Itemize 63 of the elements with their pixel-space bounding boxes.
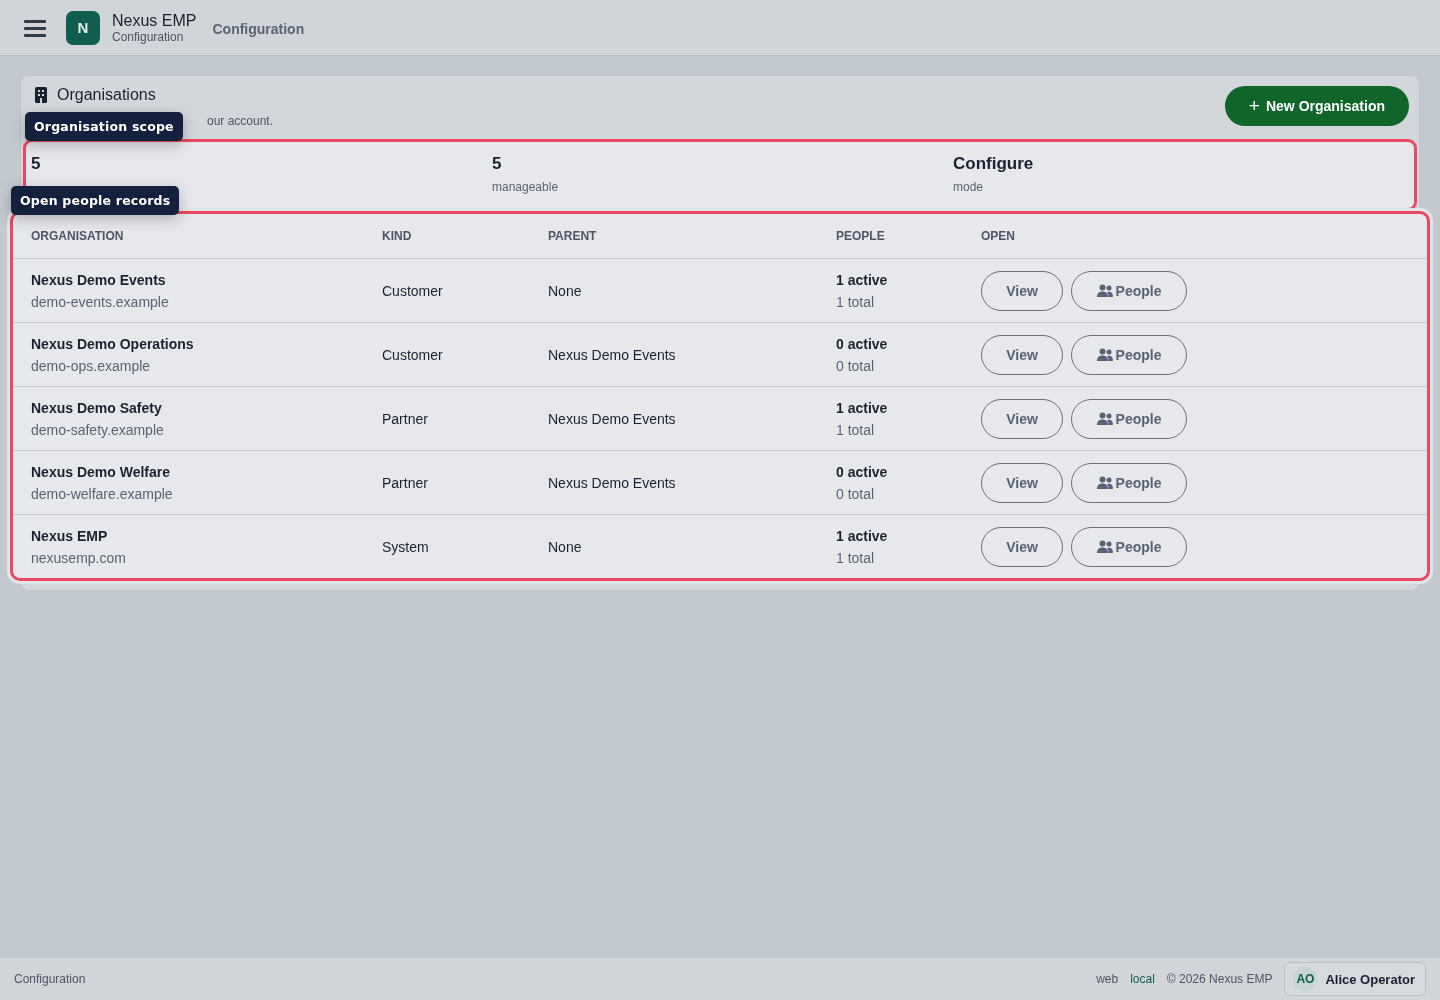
copyright: © 2026 Nexus EMP [1166, 972, 1273, 986]
active-count: 0 active [836, 463, 889, 480]
organisation-domain: nexusemp.com [31, 549, 127, 566]
organisation-name: Nexus Demo Operations [31, 335, 195, 352]
people-icon [1096, 540, 1113, 553]
table-cell-text: None [548, 282, 583, 299]
tour-tooltip: Organisation scope [25, 112, 183, 141]
active-count: 1 active [836, 399, 889, 416]
organisation-domain: demo-events.example [31, 293, 170, 310]
new-organisation-button[interactable]: + New Organisation [1224, 86, 1409, 126]
active-count: 1 active [836, 527, 889, 544]
card-title: Organisations [57, 86, 156, 104]
organisation-name: Nexus Demo Welfare [31, 463, 171, 480]
environment-label: local [1130, 972, 1155, 986]
organisation-domain: demo-ops.example [31, 357, 152, 374]
app-name: Nexus EMP [112, 11, 197, 30]
total-count: 0 total [836, 357, 876, 374]
organisation-name: Nexus EMP [31, 527, 109, 544]
stat-value: 5 [492, 154, 503, 174]
menu-icon[interactable] [24, 18, 46, 37]
total-count: 0 total [836, 485, 876, 502]
stat-label: manageable [492, 180, 560, 194]
active-count: 0 active [836, 335, 889, 352]
table-cell-text: Nexus Demo Events [548, 474, 677, 491]
column-header: PARENT [548, 229, 598, 243]
total-count: 1 total [836, 421, 876, 438]
stat-label: mode [953, 180, 985, 194]
footer-page: Configuration [14, 972, 86, 986]
total-count: 1 total [836, 293, 876, 310]
organisation-domain: demo-welfare.example [31, 485, 174, 502]
organisation-name: Nexus Demo Events [31, 271, 167, 288]
column-header: PEOPLE [836, 229, 886, 243]
user-chip[interactable]: AO Alice Operator [1284, 962, 1426, 996]
app-subtitle: Configuration [112, 29, 185, 44]
column-header: KIND [382, 229, 413, 243]
channel-label: web [1096, 972, 1119, 986]
table-cell-text: System [382, 538, 430, 555]
table-cell-text: Partner [382, 410, 429, 427]
total-count: 1 total [836, 549, 876, 566]
people-icon [1096, 476, 1113, 489]
user-avatar: AO [1293, 967, 1318, 991]
active-count: 1 active [836, 271, 889, 288]
stat-value: Configure [953, 154, 1035, 174]
table-cell-text: None [548, 538, 583, 555]
table-cell-text: Customer [382, 346, 444, 363]
card-description: our account. [207, 114, 274, 128]
table-cell-text: Customer [382, 282, 444, 299]
people-icon [1096, 348, 1113, 361]
organisation-domain: demo-safety.example [31, 421, 165, 438]
column-header: OPEN [981, 229, 1016, 243]
column-header: ORGANISATION [31, 229, 125, 243]
tour-tooltip: Open people records [11, 186, 180, 215]
people-icon [1096, 284, 1113, 297]
people-icon [1096, 412, 1113, 425]
organisation-name: Nexus Demo Safety [31, 399, 163, 416]
table-cell-text: Nexus Demo Events [548, 410, 677, 427]
table-cell-text: Partner [382, 474, 429, 491]
page-title: Configuration [212, 20, 305, 37]
building-icon [35, 87, 47, 103]
table-cell-text: Nexus Demo Events [548, 346, 677, 363]
app-logo: N [66, 10, 100, 45]
user-name: Alice Operator [1325, 971, 1415, 987]
stat-value: 5 [31, 154, 42, 174]
